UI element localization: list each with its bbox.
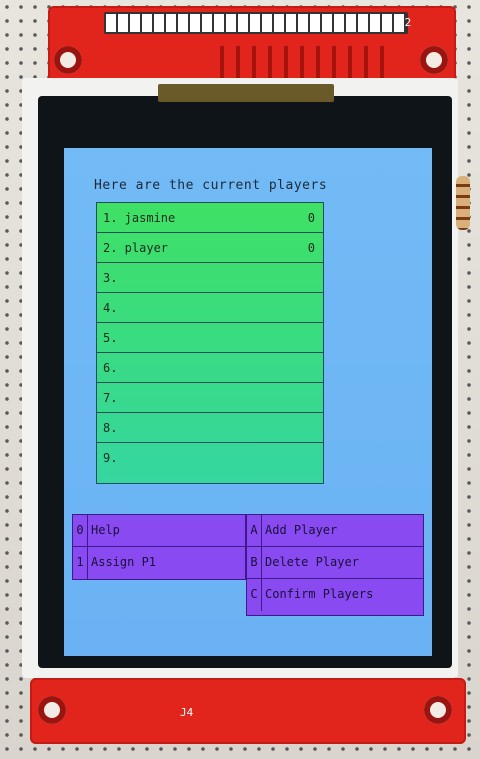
player-row[interactable]: 1. jasmine 0 bbox=[97, 203, 323, 233]
player-row[interactable]: 9. bbox=[97, 443, 323, 473]
player-row[interactable]: 5. bbox=[97, 323, 323, 353]
player-row[interactable]: 7. bbox=[97, 383, 323, 413]
menu-label: Assign P1 bbox=[91, 555, 157, 569]
menu-label: Confirm Players bbox=[265, 587, 374, 601]
player-row[interactable]: 4. bbox=[97, 293, 323, 323]
mount-hole bbox=[38, 696, 66, 724]
player-label: 8. bbox=[103, 421, 118, 435]
menu-key: B bbox=[247, 547, 262, 578]
player-label: 2. player bbox=[103, 241, 169, 255]
menu-label: Help bbox=[91, 523, 120, 537]
menu-key: 1 bbox=[73, 547, 88, 579]
player-label: 9. bbox=[103, 451, 118, 465]
player-label: 7. bbox=[103, 391, 118, 405]
pcb-bottom: J4 bbox=[30, 678, 466, 744]
mount-hole bbox=[54, 46, 82, 74]
silk-j2: J2 bbox=[398, 16, 412, 29]
player-label: 1. jasmine bbox=[103, 211, 176, 225]
header-pins bbox=[104, 12, 408, 34]
player-label: 3. bbox=[103, 271, 118, 285]
silk-j4: J4 bbox=[180, 706, 194, 719]
menu-right: A Add Player B Delete Player C Confirm P… bbox=[246, 514, 424, 616]
menu-key: C bbox=[247, 579, 262, 611]
menu-key: A bbox=[247, 515, 262, 546]
menu-confirm-players[interactable]: C Confirm Players bbox=[247, 579, 423, 611]
screen-title: Here are the current players bbox=[94, 178, 328, 193]
menu-left: 0 Help 1 Assign P1 bbox=[72, 514, 246, 580]
pcb-top: J2 bbox=[48, 6, 456, 92]
player-label: 5. bbox=[103, 331, 118, 345]
player-row[interactable]: 6. bbox=[97, 353, 323, 383]
menu-label: Add Player bbox=[265, 523, 338, 537]
flex-cable bbox=[158, 84, 334, 102]
resistor bbox=[456, 176, 470, 230]
menu-label: Delete Player bbox=[265, 555, 359, 569]
lcd-screen: Here are the current players 1. jasmine … bbox=[64, 148, 432, 656]
mount-hole bbox=[420, 46, 448, 74]
player-score: 0 bbox=[307, 211, 315, 225]
menu-delete-player[interactable]: B Delete Player bbox=[247, 547, 423, 579]
player-score: 0 bbox=[307, 241, 315, 255]
menu-key: 0 bbox=[73, 515, 88, 546]
player-label: 4. bbox=[103, 301, 118, 315]
player-label: 6. bbox=[103, 361, 118, 375]
menu-help[interactable]: 0 Help bbox=[73, 515, 245, 547]
menu-assign-p1[interactable]: 1 Assign P1 bbox=[73, 547, 245, 579]
player-table: 1. jasmine 0 2. player 0 3. 4. 5. 6. 7. … bbox=[96, 202, 324, 484]
menu-add-player[interactable]: A Add Player bbox=[247, 515, 423, 547]
player-row[interactable]: 2. player 0 bbox=[97, 233, 323, 263]
player-row[interactable]: 3. bbox=[97, 263, 323, 293]
mount-hole bbox=[424, 696, 452, 724]
player-row[interactable]: 8. bbox=[97, 413, 323, 443]
